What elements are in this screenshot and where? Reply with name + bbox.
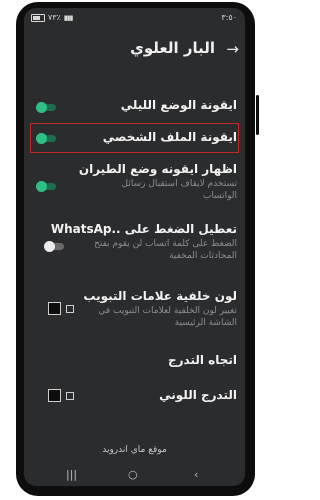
setting-title: اتجاه التدرج xyxy=(167,353,237,367)
setting-title: ايقونة الملف الشخصي xyxy=(102,130,237,144)
setting-tab-background-color[interactable]: لون خلفية علامات التبويب تغيير لون الخلف… xyxy=(24,287,245,337)
app-header: → البار العلوي xyxy=(24,30,245,70)
screen: ٧٣٪ ▮▮▮ ٣:٥٠ → البار العلوي ايقونة الوضع… xyxy=(24,8,245,486)
setting-airplane-mode-icon[interactable]: اظهار ايقونه وضع الطيران تستخدم لايقاف ا… xyxy=(24,160,245,204)
footer-watermark: موقع ماي اندرويد xyxy=(102,445,167,455)
setting-subtitle: الضغط على كلمة اتساب لن يقوم بفتح المحاد… xyxy=(94,239,237,261)
setting-subtitle: تغيير لون الخلفية لعلامات التبويب في الش… xyxy=(98,306,237,328)
setting-subtitle: تستخدم لايقاف استقبال رسائل الواتساب xyxy=(121,179,237,201)
setting-title: اظهار ايقونه وضع الطيران xyxy=(78,162,237,176)
setting-title: تعطيل الضغط على ..WhatsAp xyxy=(50,222,237,236)
home-icon[interactable]: ○ xyxy=(128,468,138,481)
status-bar: ٧٣٪ ▮▮▮ ٣:٥٠ xyxy=(24,8,245,28)
setting-title: ايقونة الوضع الليلي xyxy=(120,98,237,112)
color-swatch[interactable] xyxy=(48,389,61,402)
page-title: البار العلوي xyxy=(130,39,215,57)
status-time: ٣:٥٠ xyxy=(221,13,237,22)
battery-icon xyxy=(31,13,45,22)
setting-disable-whatsapp-click[interactable]: تعطيل الضغط على ..WhatsAp الضغط على كلمة… xyxy=(24,220,245,264)
disable-click-toggle[interactable] xyxy=(44,241,66,252)
recent-apps-icon[interactable]: ||| xyxy=(66,468,77,481)
back-arrow-icon[interactable]: → xyxy=(226,40,239,58)
airplane-mode-toggle[interactable] xyxy=(36,181,58,192)
setting-gradient-color[interactable]: التدرج اللوني xyxy=(24,382,245,410)
setting-night-mode-icon[interactable]: ايقونة الوضع الليلي xyxy=(24,92,245,122)
setting-title: لون خلفية علامات التبويب xyxy=(83,289,237,303)
color-checkbox[interactable] xyxy=(66,392,74,400)
profile-icon-toggle[interactable] xyxy=(36,133,58,144)
night-mode-toggle[interactable] xyxy=(36,102,58,113)
setting-profile-icon[interactable]: ايقونة الملف الشخصي xyxy=(24,124,245,152)
color-swatch[interactable] xyxy=(48,302,61,315)
navigation-bar: ||| ○ ‹ xyxy=(24,468,245,486)
setting-title: التدرج اللوني xyxy=(159,388,237,402)
signal-icon: ▮▮▮ xyxy=(63,13,74,22)
battery-level: ٧٣٪ xyxy=(48,13,61,22)
phone-side-button xyxy=(256,95,259,135)
color-checkbox[interactable] xyxy=(66,305,74,313)
setting-gradient-direction[interactable]: اتجاه التدرج xyxy=(24,348,245,374)
back-icon[interactable]: ‹ xyxy=(194,468,198,481)
